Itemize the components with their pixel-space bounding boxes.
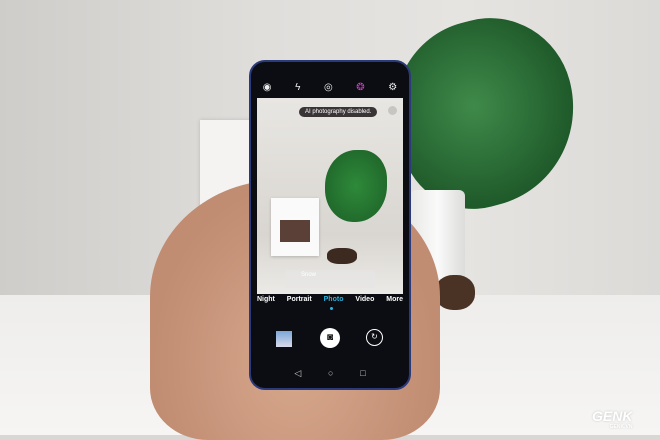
watermark-brand: GENK [592, 408, 633, 424]
filter-icon[interactable]: ❂ [356, 82, 364, 93]
back-icon[interactable]: ◁ [294, 368, 301, 379]
nav-bar: ◁ ○ □ [251, 368, 409, 379]
viewfinder-leaf [325, 150, 387, 222]
switch-camera-button[interactable]: ↻ [366, 329, 383, 346]
mode-portrait[interactable]: Portrait [287, 296, 312, 303]
switch-camera-icon: ↻ [371, 332, 378, 341]
viewfinder-card [271, 198, 319, 256]
camera-icon: ◙ [326, 332, 334, 343]
mode-photo[interactable]: Photo [324, 296, 344, 303]
mode-more[interactable]: More [386, 296, 403, 303]
scene-tip-title: Snow [301, 272, 317, 278]
info-icon[interactable] [388, 106, 397, 115]
shutter-button[interactable]: ◙ [320, 328, 340, 348]
camera-controls: ◙ ↻ [251, 328, 409, 352]
camera-viewfinder[interactable]: AI photography disabled. Snow [257, 98, 403, 294]
viewfinder-cones [327, 248, 357, 264]
mode-video[interactable]: Video [355, 296, 374, 303]
gallery-thumbnail[interactable] [276, 331, 292, 347]
phone: ◉ ϟ ◎ ❂ ⚙ AI photography disabled. Snow … [249, 60, 411, 390]
watermark-logo: GENK GENK.VN [592, 408, 632, 430]
mode-selector: Night Portrait Photo Video More [251, 296, 409, 303]
recents-icon[interactable]: □ [360, 368, 365, 379]
ai-toast: AI photography disabled. [299, 107, 378, 117]
mode-night[interactable]: Night [257, 296, 275, 303]
flash-off-icon[interactable]: ϟ [295, 82, 300, 93]
camera-top-bar: ◉ ϟ ◎ ❂ ⚙ [251, 82, 409, 93]
eye-icon[interactable]: ◉ [263, 82, 272, 93]
watermark-site: GENK.VN [609, 424, 633, 430]
active-mode-dot [330, 307, 333, 310]
pine-cone [435, 275, 475, 310]
scene-tip: Snow [285, 270, 375, 288]
gear-icon[interactable]: ⚙ [388, 82, 397, 93]
home-icon[interactable]: ○ [328, 368, 333, 379]
aperture-icon[interactable]: ◎ [324, 82, 333, 93]
